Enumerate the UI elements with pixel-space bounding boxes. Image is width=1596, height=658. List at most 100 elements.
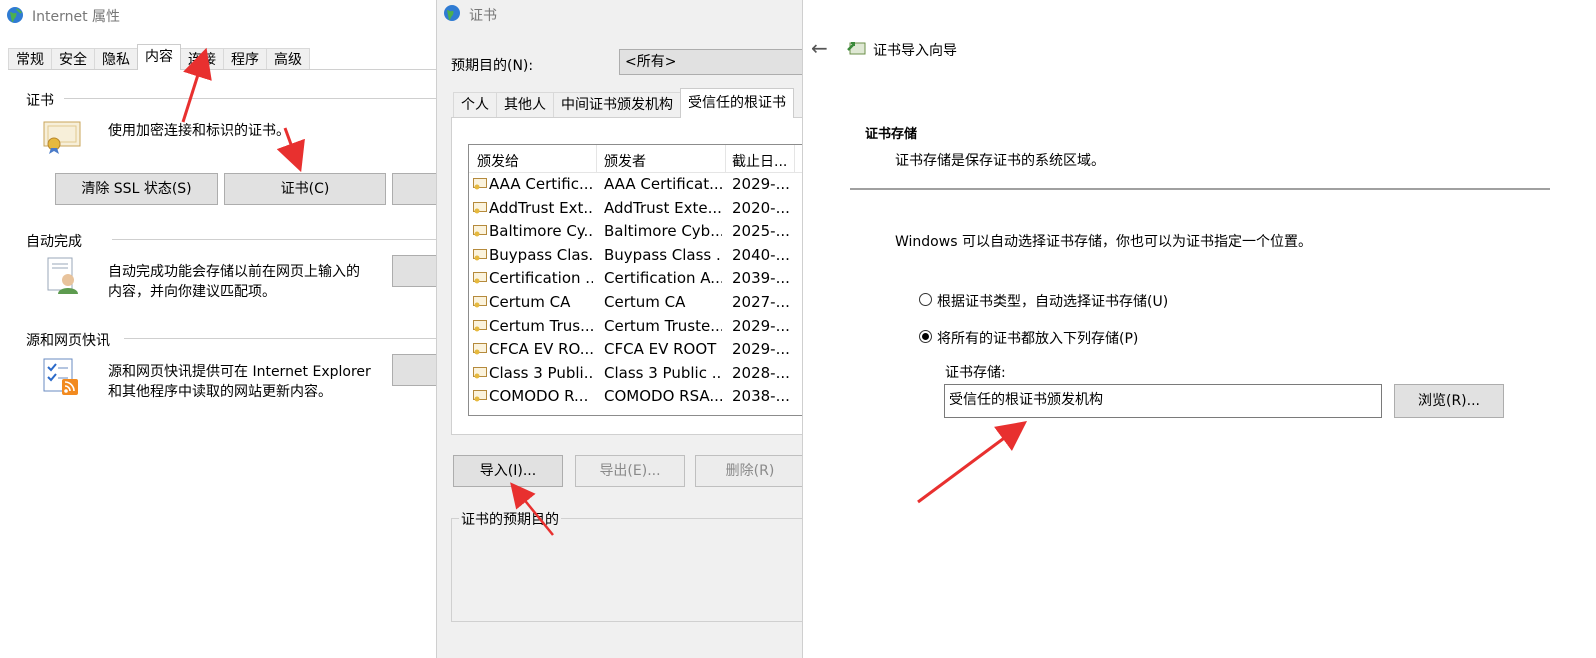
cell-expires: 2028-...: [732, 363, 790, 382]
browse-button[interactable]: 浏览(R)...: [1394, 384, 1504, 418]
table-row[interactable]: CFCA EV RO... CFCA EV ROOT 2029-...: [469, 338, 803, 361]
autocomplete-desc-line1: 自动完成功能会存储以前在网页上输入的: [108, 264, 360, 280]
cert-description: 使用加密连接和标识的证书。: [108, 123, 290, 139]
tab-trusted-root-ca[interactable]: 受信任的根证书: [680, 88, 794, 118]
store-tab-strip: 个人 其他人 中间证书颁发机构 受信任的根证书: [453, 88, 794, 118]
purpose-select[interactable]: <所有>: [619, 49, 803, 75]
tab-other-people[interactable]: 其他人: [496, 92, 554, 118]
table-row[interactable]: Class 3 Publi... Class 3 Public ... 2028-.…: [469, 362, 803, 385]
table-row[interactable]: Baltimore Cy... Baltimore Cyb... 2025-...: [469, 220, 803, 243]
cell-issued-to: Certification ...: [489, 269, 593, 288]
cell-expires: 2039-...: [732, 269, 790, 288]
import-wizard-window: ← 证书导入向导 证书存储 证书存储是保存证书的系统区域。 Windows 可以…: [802, 0, 1596, 658]
cell-expires: 2025-...: [732, 222, 790, 241]
import-button[interactable]: 导入(I)...: [453, 455, 563, 487]
certificates-window: 证书 预期目的(N): <所有> 个人 其他人 中间证书颁发机构 受信任的根证书…: [436, 0, 803, 658]
certificate-icon: [473, 343, 487, 355]
publishers-button[interactable]: [392, 173, 436, 205]
feeds-icon: [42, 357, 82, 397]
cell-issuer: Class 3 Public ...: [604, 363, 722, 382]
cell-expires: 2020-...: [732, 198, 790, 217]
cell-issuer: Certum Truste...: [604, 316, 722, 335]
cell-expires: 2029-...: [732, 340, 790, 359]
cell-issued-to: AddTrust Ext...: [489, 198, 593, 217]
cell-issued-to: Buypass Clas...: [489, 245, 593, 264]
purposes-group-title: 证书的预期目的: [459, 509, 561, 529]
cell-issuer: Certum CA: [604, 293, 686, 311]
table-row[interactable]: COMODO R... COMODO RSA... 2038-...: [469, 385, 803, 408]
radio-place-in-store[interactable]: [919, 330, 932, 343]
export-button[interactable]: 导出(E)...: [575, 455, 685, 487]
tab-general[interactable]: 常规: [8, 48, 52, 70]
table-row[interactable]: Certum CA Certum CA 2027-...: [469, 291, 803, 314]
delete-button[interactable]: 删除(R): [695, 455, 803, 487]
cell-issuer: Buypass Class ...: [604, 245, 722, 264]
intro-text: Windows 可以自动选择证书存储，你也可以为证书指定一个位置。: [895, 234, 1312, 250]
table-row[interactable]: Buypass Clas... Buypass Class ... 2040-...: [469, 244, 803, 267]
feeds-settings-button[interactable]: [392, 354, 436, 386]
tab-advanced[interactable]: 高级: [266, 48, 310, 70]
radio-auto-label: 根据证书类型，自动选择证书存储(U): [937, 294, 1169, 310]
certificate-icon: [473, 178, 487, 190]
wizard-title: 证书导入向导: [873, 43, 957, 59]
cell-issuer: AddTrust Exte...: [604, 198, 722, 217]
cell-expires: 2029-...: [732, 175, 790, 193]
certificate-icon: [42, 118, 82, 154]
column-expiration[interactable]: 截止日...: [732, 151, 787, 171]
tab-personal[interactable]: 个人: [453, 92, 497, 118]
certificate-icon: [473, 366, 487, 379]
table-row[interactable]: AddTrust Ext... AddTrust Exte... 2020-...: [469, 197, 803, 220]
tab-content[interactable]: 内容: [137, 44, 181, 70]
back-arrow-icon[interactable]: ←: [811, 36, 828, 60]
internet-options-window: Internet 属性 常规 安全 隐私 内容 连接 程序 高级 证书 使用加密…: [0, 0, 436, 658]
globe-icon: [443, 4, 461, 22]
tab-connections[interactable]: 连接: [180, 48, 224, 70]
tab-security[interactable]: 安全: [51, 48, 95, 70]
cell-issued-to: Class 3 Publi...: [489, 363, 593, 382]
cell-issued-to: Certum Trus...: [489, 316, 593, 335]
store-label: 证书存储:: [945, 365, 1006, 381]
clear-ssl-button[interactable]: 清除 SSL 状态(S): [55, 173, 218, 205]
header-divider: [850, 188, 1550, 190]
autocomplete-desc-line2: 内容，并向你建议匹配项。: [108, 284, 276, 300]
feeds-desc-line1: 源和网页快讯提供可在 Internet Explorer: [108, 364, 371, 380]
table-row[interactable]: AAA Certific... AAA Certificat... 2029-...: [469, 173, 803, 196]
page-heading: 证书存储: [865, 127, 918, 142]
cell-expires: 2029-...: [732, 316, 790, 335]
column-issued-to[interactable]: 颁发给: [477, 151, 519, 171]
certificate-icon: [473, 201, 487, 214]
table-row[interactable]: Certification ... Certification A... 2039-…: [469, 267, 803, 290]
autocomplete-section-title: 自动完成: [26, 234, 82, 250]
tab-programs[interactable]: 程序: [223, 48, 267, 70]
cell-expires: 2038-...: [732, 387, 790, 406]
cell-expires: 2040-...: [732, 245, 790, 264]
certificates-button[interactable]: 证书(C): [224, 173, 386, 205]
cell-issued-to: COMODO R...: [489, 387, 589, 406]
tab-strip: 常规 安全 隐私 内容 连接 程序 高级: [8, 44, 310, 70]
certificate-icon: [473, 319, 487, 332]
feeds-desc-line2: 和其他程序中读取的网站更新内容。: [108, 384, 332, 400]
autocomplete-settings-button[interactable]: [392, 255, 436, 287]
radio-manual-label: 将所有的证书都放入下列存储(P): [937, 331, 1139, 347]
cell-issuer: Certification A...: [604, 269, 722, 288]
table-row[interactable]: Certum Trus... Certum Truste... 2029-...: [469, 315, 803, 338]
page-subheading: 证书存储是保存证书的系统区域。: [895, 153, 1105, 169]
store-field[interactable]: 受信任的根证书颁发机构: [944, 384, 1382, 418]
cell-issued-to: Baltimore Cy...: [489, 222, 593, 241]
radio-auto-select[interactable]: [919, 293, 932, 306]
tab-intermediate-ca[interactable]: 中间证书颁发机构: [553, 92, 681, 118]
window-title: Internet 属性: [32, 9, 121, 25]
certificate-icon: [473, 225, 487, 237]
cell-expires: 2027-...: [732, 293, 790, 311]
certificate-icon: [473, 390, 487, 402]
column-issuer[interactable]: 颁发者: [604, 151, 646, 171]
purpose-label: 预期目的(N):: [451, 58, 534, 74]
purposes-groupbox: [451, 518, 803, 622]
cell-issuer: COMODO RSA...: [604, 387, 722, 406]
cert-section-title: 证书: [26, 93, 54, 109]
cell-issued-to: Certum CA: [489, 293, 571, 311]
tab-privacy[interactable]: 隐私: [94, 48, 138, 70]
cell-issuer: CFCA EV ROOT: [604, 340, 717, 359]
globe-icon: [6, 6, 24, 24]
certificate-list[interactable]: 颁发给 颁发者 截止日... AAA Certific... AAA Certif…: [468, 144, 803, 416]
